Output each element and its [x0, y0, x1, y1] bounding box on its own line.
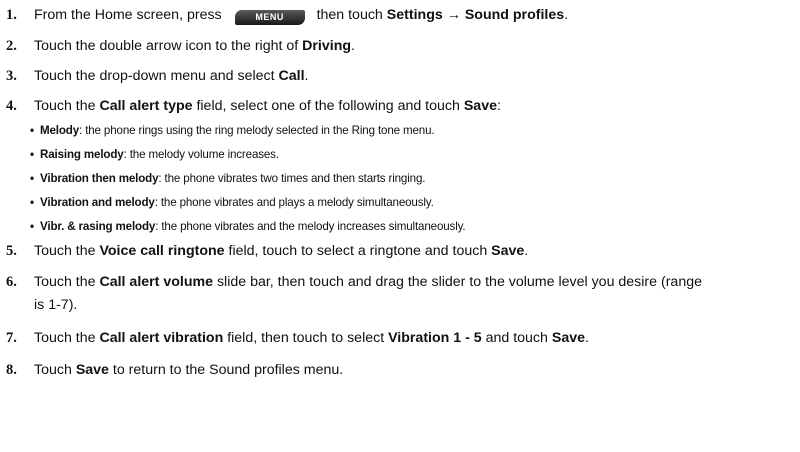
bullet-desc: : the phone vibrates and the melody incr… — [155, 220, 466, 233]
step-bold-text: Call alert volume — [99, 274, 214, 290]
bullet-item: • Raising melody: the melody volume incre… — [30, 148, 279, 162]
bullet-dot-icon: • — [30, 172, 34, 185]
bullet-term: Melody — [40, 124, 80, 137]
step-number: 6. — [6, 274, 17, 290]
step-text: slide bar, then touch and drag the slide… — [213, 274, 702, 290]
step-number: 3. — [6, 68, 17, 84]
step-number: 8. — [6, 362, 17, 378]
step-number: 1. — [6, 7, 17, 23]
bullet-term: Vibration and melody — [40, 196, 155, 209]
step-text: then touch — [316, 7, 387, 23]
step-bold-text: Save — [75, 362, 109, 378]
instruction-page: 1. From the Home screen, press MENU then… — [0, 0, 800, 452]
step-bold-text: Driving — [302, 38, 352, 54]
step-text: From the Home screen, press — [34, 7, 222, 23]
step-text: Touch the — [34, 243, 100, 259]
step-bold-text: Settings → Sound profiles — [386, 7, 565, 23]
bullet-item: • Vibration then melody: the phone vibrat… — [30, 172, 425, 186]
bullet-term: Vibr. & rasing melody — [40, 220, 156, 233]
bullet-desc: : the phone vibrates two times and then … — [158, 172, 426, 185]
step-text: is 1-7). — [34, 297, 78, 313]
bullet-item: • Melody: the phone rings using the ring … — [30, 124, 435, 138]
step-text: . — [524, 243, 529, 259]
step-text: : — [496, 98, 501, 114]
bullet-desc: : the phone vibrates and plays a melody … — [154, 196, 434, 209]
step-number: 5. — [6, 243, 17, 259]
step-text: Touch the — [34, 330, 100, 346]
bullet-dot-icon: • — [30, 220, 34, 233]
step-text: . — [304, 68, 309, 84]
bullet-dot-icon: • — [30, 196, 34, 209]
step-text: field, touch to select a ringtone and to… — [224, 243, 492, 259]
step-bold-text: Call alert vibration — [99, 330, 224, 346]
bullet-desc: : the melody volume increases. — [123, 148, 279, 161]
bullet-term: Vibration then melody — [40, 172, 159, 185]
step-text: to return to the Sound profiles menu. — [108, 362, 344, 378]
step-text: . — [585, 330, 589, 346]
bullet-item: • Vibration and melody: the phone vibrate… — [30, 196, 434, 210]
step-number: 7. — [6, 330, 17, 346]
step-bold-text: Save — [551, 330, 586, 346]
step-bold-text: Save — [463, 98, 497, 114]
step-text: Touch the — [34, 98, 100, 114]
step-text: field, then touch to select — [223, 330, 389, 346]
step-number: 2. — [6, 38, 17, 54]
menu-key-button: MENU — [234, 10, 305, 25]
bullet-desc: : the phone rings using the ring melody … — [79, 124, 435, 137]
step-text: Touch the double arrow icon to the right… — [34, 38, 303, 54]
step-text: field, select one of the following and t… — [192, 98, 464, 114]
step-text: . — [351, 38, 355, 54]
step-text: and touch — [481, 330, 552, 346]
step-bold-text: Call — [278, 68, 305, 84]
bullet-term: Raising melody — [40, 148, 124, 161]
bullet-dot-icon: • — [30, 148, 34, 161]
bullet-dot-icon: • — [30, 124, 34, 137]
step-text: Touch the drop-down menu and select — [34, 68, 279, 84]
step-bold-text: Vibration 1 - 5 — [388, 330, 482, 346]
step-bold-text: Voice call ringtone — [99, 243, 225, 259]
bullet-item: • Vibr. & rasing melody: the phone vibrat… — [30, 220, 466, 234]
step-bold-text: Save — [491, 243, 525, 259]
step-text: Touch — [34, 362, 76, 378]
step-text: . — [564, 7, 569, 23]
step-bold-text: Call alert type — [99, 98, 193, 114]
step-text: Touch the — [34, 274, 100, 290]
step-number: 4. — [6, 98, 17, 114]
